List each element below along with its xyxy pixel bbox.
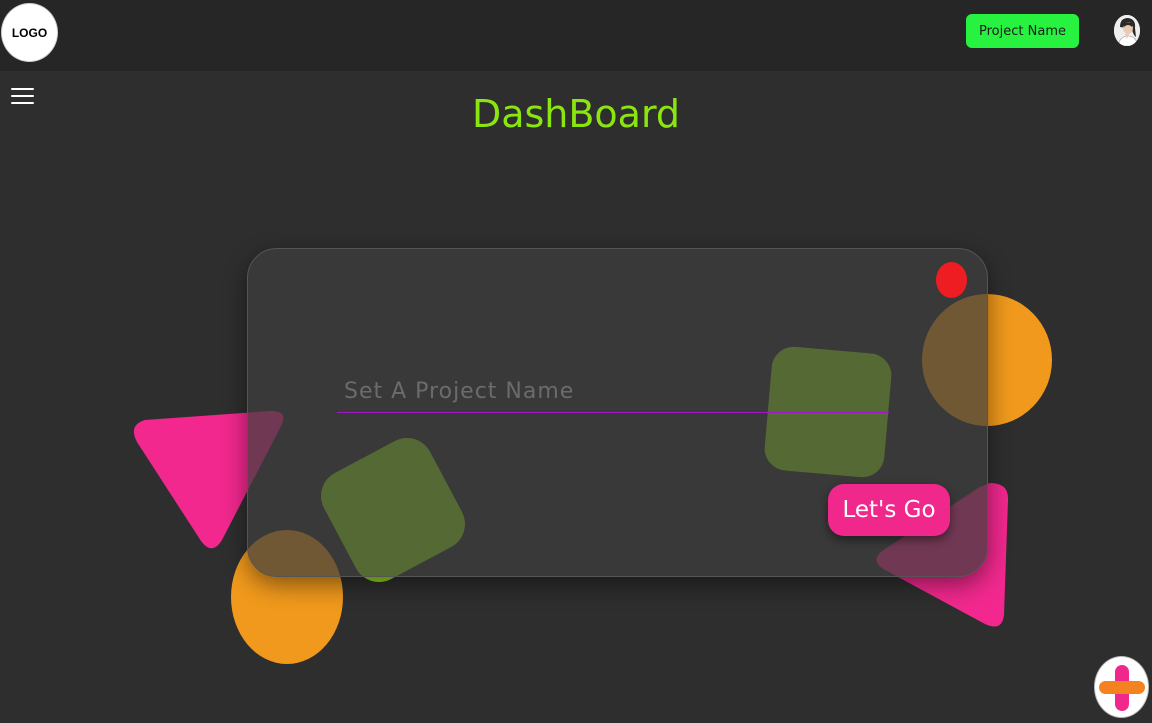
plus-icon (1099, 665, 1145, 711)
project-card: Let's Go (247, 248, 988, 577)
project-name-input[interactable] (337, 371, 889, 413)
add-fab-button[interactable] (1094, 656, 1149, 718)
lets-go-button[interactable]: Let's Go (828, 484, 950, 536)
red-dot-close-icon[interactable] (936, 262, 967, 298)
